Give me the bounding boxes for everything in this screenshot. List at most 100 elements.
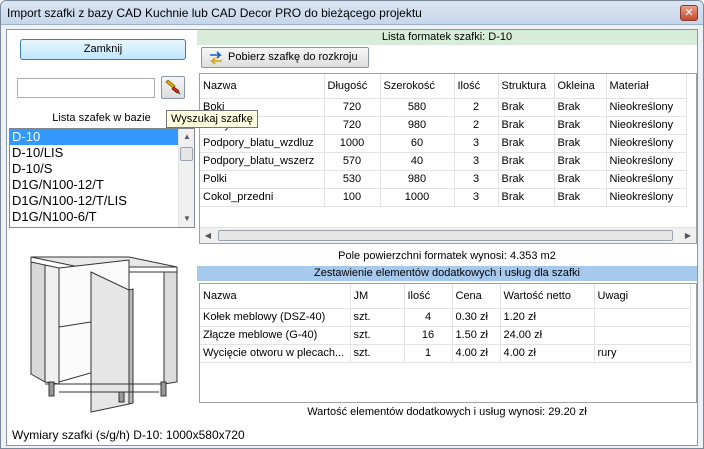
table-cell: Nieokreślony — [606, 152, 687, 171]
table-cell: 1.20 zł — [500, 308, 595, 327]
table-cell: 0.30 zł — [452, 308, 501, 327]
cabinet-list[interactable]: D-10 D-10/LIS D-10/S D1G/N100-12/T D1G/N100-… — [9, 128, 195, 228]
column-header[interactable]: Ilość — [404, 284, 453, 309]
table-row[interactable]: Podpory_blatu_wzdluz 1000 60 3 Brak Brak Nieok… — [200, 134, 687, 153]
column-header[interactable]: Wartość netto — [500, 284, 595, 309]
cabinet-3d-drawing — [30, 256, 178, 413]
cabinet-list-item[interactable]: D-10 — [10, 129, 194, 145]
search-brush-icon — [165, 79, 181, 95]
table-cell: Cokol_przedni — [200, 188, 325, 207]
table-row[interactable]: Złącze meblowe (G-40) szt. 16 1.50 zł 24.00 … — [200, 326, 691, 345]
scroll-right-icon[interactable]: ▶ — [680, 228, 696, 243]
table-cell: 3 — [454, 152, 499, 171]
close-button[interactable]: Zamknij — [20, 39, 186, 60]
table-row[interactable]: Plecy7209802BrakBrakNieokreślony — [200, 116, 687, 135]
table-cell: rury — [594, 344, 691, 363]
table-cell: szt. — [350, 308, 405, 327]
column-header[interactable]: Struktura — [498, 74, 555, 99]
table-cell: 4.00 zł — [500, 344, 595, 363]
extras-grid[interactable]: Nazwa JM Ilość Cena Wartość netto Uwagi Kołek… — [199, 283, 697, 403]
table-cell: 980 — [380, 170, 455, 189]
table-cell: 100 — [324, 188, 381, 207]
table-cell: 580 — [380, 98, 455, 117]
cabinet-list-item[interactable]: D1G/N100-6/T — [10, 209, 194, 225]
window-title: Import szafki z bazy CAD Kuchnie lub CAD… — [7, 6, 422, 20]
table-cell: Brak — [498, 152, 555, 171]
table-cell: Podpory_blatu_wzdluz — [200, 134, 325, 153]
table-cell: 980 — [380, 116, 455, 135]
window-close-button[interactable]: ✕ — [680, 5, 698, 21]
table-cell: 720 — [324, 98, 381, 117]
column-header[interactable]: Szerokość — [380, 74, 455, 99]
table-cell: 530 — [324, 170, 381, 189]
column-header[interactable]: Długość — [324, 74, 381, 99]
table-row[interactable]: Kołek meblowy (DSZ-40) szt. 4 0.30 zł 1.20 z… — [200, 308, 691, 327]
hscroll-thumb[interactable] — [218, 230, 673, 241]
search-input[interactable] — [17, 78, 155, 98]
cabinet-list-item[interactable]: D-10/S — [10, 161, 194, 177]
column-header[interactable]: Uwagi — [594, 284, 691, 309]
table-row[interactable]: Polki 530 980 3 Brak Brak Nieokreślony — [200, 170, 687, 189]
table-cell: Brak — [498, 134, 555, 153]
column-header[interactable]: JM — [350, 284, 405, 309]
table-cell: 720 — [324, 116, 381, 135]
cabinet-list-item[interactable]: D1G/N100-12/T/LIS — [10, 193, 194, 209]
table-row[interactable]: Wycięcie otworu w plecach... szt. 1 4.00 zł… — [200, 344, 691, 363]
search-tooltip: Wyszukaj szafkę — [166, 110, 258, 128]
cabinet-list-scrollbar[interactable]: ▲ ▼ — [178, 129, 194, 227]
table-cell: Brak — [554, 152, 607, 171]
formats-grid[interactable]: Nazwa Długość Szerokość Ilość Struktura Oklei… — [199, 73, 697, 244]
column-header[interactable]: Okleina — [554, 74, 607, 99]
table-cell: 40 — [380, 152, 455, 171]
scroll-down-icon[interactable]: ▼ — [179, 211, 194, 227]
table-cell: Brak — [554, 170, 607, 189]
table-cell: Wycięcie otworu w plecach... — [200, 344, 351, 363]
cabinet-list-item[interactable]: D-10/LIS — [10, 145, 194, 161]
formats-table: Nazwa Długość Szerokość Ilość Struktura Oklei… — [200, 74, 687, 207]
table-row[interactable]: Cokol_przedni 100 1000 3 Brak Brak Nieokreślon… — [200, 188, 687, 207]
table-cell: Nieokreślony — [606, 98, 687, 117]
table-row[interactable]: Boki 720 580 2 Brak Brak Nieokreślony — [200, 98, 687, 117]
formats-header-row: Nazwa Długość Szerokość Ilość Struktura Oklei… — [200, 74, 687, 99]
table-cell: 1.50 zł — [452, 326, 501, 345]
table-cell: Nieokreślony — [606, 134, 687, 153]
table-cell: Brak — [554, 134, 607, 153]
cabinet-list-item[interactable]: D1G/N100-6/T/LIS — [10, 225, 194, 227]
table-cell: Brak — [554, 188, 607, 207]
scroll-thumb[interactable] — [180, 147, 193, 161]
table-cell: 2 — [454, 116, 499, 135]
column-header[interactable]: Ilość — [454, 74, 499, 99]
right-panel: Lista formatek szafki: D-10 Pobierz szaf… — [197, 30, 697, 445]
table-cell: 16 — [404, 326, 453, 345]
table-cell: 4 — [404, 308, 453, 327]
import-cabinet-window: Import szafki z bazy CAD Kuchnie lub CAD… — [0, 0, 704, 449]
table-cell: Nieokreślony — [606, 170, 687, 189]
cabinet-preview-image — [9, 232, 195, 420]
table-cell: Brak — [554, 98, 607, 117]
table-cell: Brak — [554, 116, 607, 135]
formats-hscrollbar[interactable]: ◀ ▶ — [200, 227, 696, 243]
table-cell: 2 — [454, 98, 499, 117]
extras-header: Zestawienie elementów dodatkowych i usłu… — [197, 266, 697, 281]
table-cell: Złącze meblowe (G-40) — [200, 326, 351, 345]
table-cell: Nieokreślony — [606, 116, 687, 135]
table-row[interactable]: Podpory_blatu_wszerz 570 40 3 Brak Brak Nieokr… — [200, 152, 687, 171]
cabinet-list-item[interactable]: D1G/N100-12/T — [10, 177, 194, 193]
formats-area-text: Pole powierzchni formatek wynosi: 4.353 … — [338, 250, 556, 262]
column-header[interactable]: Nazwa — [200, 284, 351, 309]
table-cell: 60 — [380, 134, 455, 153]
column-header[interactable]: Materiał — [606, 74, 687, 99]
column-header[interactable]: Cena — [452, 284, 501, 309]
table-cell: Brak — [498, 170, 555, 189]
window-content: Zamknij Wyszukaj szafkę Lista szafek w b… — [6, 29, 698, 446]
table-cell: 570 — [324, 152, 381, 171]
search-button[interactable] — [161, 76, 185, 99]
pull-cabinet-button[interactable]: Pobierz szafkę do rozkroju — [201, 47, 369, 68]
formats-header: Lista formatek szafki: D-10 — [197, 30, 697, 45]
scroll-left-icon[interactable]: ◀ — [200, 228, 216, 243]
scroll-up-icon[interactable]: ▲ — [179, 129, 194, 145]
column-header[interactable]: Nazwa — [200, 74, 325, 99]
table-cell: 1 — [404, 344, 453, 363]
table-cell: Nieokreślony — [606, 188, 687, 207]
table-cell — [594, 308, 691, 327]
